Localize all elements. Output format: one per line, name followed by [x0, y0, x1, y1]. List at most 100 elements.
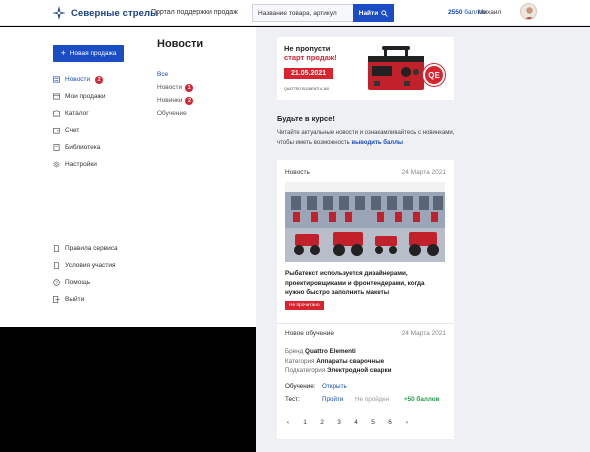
sidebar-item-help[interactable]: ? Помощь — [53, 274, 118, 291]
sidebar-item-settings[interactable]: Настройки — [53, 156, 106, 173]
sidebar-item-label: Правила сервиса — [65, 245, 118, 252]
news-item-image[interactable] — [285, 182, 445, 262]
category-label: Категория — [285, 358, 315, 365]
category-row: Категория Аппараты сварочные — [285, 358, 384, 365]
category-value: Аппараты сварочные — [316, 358, 385, 365]
welding-machine-image — [368, 46, 424, 90]
doc-icon — [53, 262, 60, 269]
subcategory-row: Подкатегория Электродной сварки — [285, 367, 392, 374]
news-filters: Все Новости 1 Новинки 2 Обучение — [157, 68, 194, 120]
new-sale-button[interactable]: + Новая продажа — [53, 45, 124, 62]
search-bar: Название товара, артикул Найти — [252, 4, 394, 22]
page-6[interactable]: 6 — [387, 419, 393, 426]
avatar-icon — [521, 4, 536, 19]
sidebar-item-catalog[interactable]: Каталог — [53, 105, 106, 122]
take-test-link[interactable]: Пройти — [322, 396, 343, 403]
filter-training[interactable]: Обучение — [157, 107, 193, 120]
prev-page-button[interactable]: ‹ — [285, 419, 291, 426]
search-input[interactable]: Название товара, артикул — [252, 4, 353, 22]
sales-icon — [53, 93, 60, 100]
brand-value: Quattro Elementi — [305, 348, 356, 355]
sidebar-item-account[interactable]: Счет — [53, 122, 106, 139]
sidebar-nav: Новости 2 Мои продажи Каталог Счет Библи… — [53, 71, 106, 173]
news-badge: 2 — [95, 75, 104, 84]
training-label: Обучение: — [285, 383, 316, 390]
filter-label: Новости — [157, 84, 183, 91]
page-5[interactable]: 5 — [370, 419, 376, 426]
sidebar-item-label: Настройки — [65, 161, 97, 168]
user-name[interactable]: Михаил — [478, 9, 501, 16]
filter-all[interactable]: Все — [157, 68, 193, 81]
pagination: ‹ 1 2 3 4 5 6 › — [285, 419, 410, 426]
filter-badge: 1 — [185, 83, 194, 92]
qe-logo: QE — [423, 64, 445, 86]
banner-heading: Не пропусти старт продаж! — [284, 44, 337, 62]
logo[interactable]: Северные стрелы — [52, 6, 158, 20]
help-icon: ? — [53, 279, 60, 286]
filter-badge: 2 — [185, 96, 194, 105]
test-label: Тест: — [285, 396, 300, 403]
search-icon — [381, 9, 389, 17]
sidebar-bottom-nav: Правила сервиса Условия участия ? Помощь… — [53, 240, 118, 308]
sidebar-item-label: Выйти — [65, 296, 85, 303]
logo-icon — [52, 6, 66, 20]
withdraw-points-link[interactable]: выводить баллы — [351, 140, 403, 146]
news-item-text[interactable]: Рыбатекст используется дизайнерами, прое… — [285, 269, 445, 298]
news-icon — [53, 76, 60, 83]
open-training-link[interactable]: Открыть — [322, 383, 347, 390]
settings-icon — [53, 161, 60, 168]
store-photo — [285, 182, 445, 262]
sidebar-item-my-sales[interactable]: Мои продажи — [53, 88, 106, 105]
news-title: Новости — [157, 38, 204, 50]
sidebar: + Новая продажа Новости 2 Мои продажи Ка… — [0, 27, 256, 327]
page-4[interactable]: 4 — [353, 419, 359, 426]
brand-row: Бренд Quattro Elementi — [285, 348, 356, 355]
sidebar-item-library[interactable]: Библиотека — [53, 139, 106, 156]
training-item-category: Новое обучение — [285, 330, 335, 337]
sidebar-item-label: Каталог — [65, 110, 89, 117]
training-item-date: 24 Марта 2021 — [401, 330, 446, 337]
sidebar-item-logout[interactable]: Выйти — [53, 291, 118, 308]
wallet-icon — [53, 127, 60, 134]
filter-label: Новинки — [157, 97, 183, 104]
filter-label: Обучение — [157, 110, 187, 117]
test-status: Не пройден — [355, 396, 390, 403]
portal-label: Портал поддержки продаж — [151, 9, 238, 16]
sidebar-item-label: Условия участия — [65, 262, 116, 269]
next-page-button[interactable]: › — [404, 419, 410, 426]
sidebar-item-terms[interactable]: Условия участия — [53, 257, 118, 274]
avatar[interactable] — [520, 3, 537, 20]
page-1[interactable]: 1 — [302, 419, 308, 426]
points-value: 2550 — [448, 9, 463, 16]
news-item-header: Новость 24 Марта 2021 — [285, 169, 446, 176]
banner-date: 21.05.2021 — [284, 68, 334, 79]
sidebar-item-label: Помощь — [65, 279, 91, 286]
search-button[interactable]: Найти — [353, 4, 394, 22]
news-feed-card: Новость 24 Марта 2021 Рыбатекст использу… — [277, 160, 454, 439]
library-icon — [53, 144, 60, 151]
banner-line1: Не пропусти — [284, 44, 331, 53]
brand-label: Бренд — [285, 348, 304, 355]
sidebar-item-news[interactable]: Новости 2 — [53, 71, 106, 88]
page-title: Новости — [157, 38, 203, 50]
news-item-date: 24 Марта 2021 — [401, 169, 446, 176]
page-3[interactable]: 3 — [336, 419, 342, 426]
filter-news[interactable]: Новости 1 — [157, 81, 194, 94]
doc-icon — [53, 245, 60, 252]
sidebar-item-rules[interactable]: Правила сервиса — [53, 240, 118, 257]
catalog-icon — [53, 110, 60, 117]
training-item-header: Новое обучение 24 Марта 2021 — [285, 330, 446, 337]
info-text: Читайте актуальные новости и ознакамлива… — [277, 128, 457, 148]
subcategory-value: Электродной сварки — [326, 367, 392, 374]
filter-novelties[interactable]: Новинки 2 — [157, 94, 194, 107]
divider — [277, 323, 454, 324]
unread-badge: Не прочитано — [285, 301, 324, 310]
subcategory-label: Подкатегория — [285, 367, 326, 374]
promo-banner[interactable]: Не пропусти старт продаж! 21.05.2021 QUA… — [277, 37, 454, 100]
search-button-label: Найти — [358, 9, 379, 17]
sidebar-item-label: Библиотека — [65, 144, 101, 151]
top-bar: Северные стрелы Портал поддержки продаж … — [0, 0, 590, 26]
sidebar-item-label: Счет — [65, 127, 80, 134]
banner-brand: QUATTRO ELEMENTI A 160 — [284, 87, 330, 91]
page-2[interactable]: 2 — [319, 419, 325, 426]
